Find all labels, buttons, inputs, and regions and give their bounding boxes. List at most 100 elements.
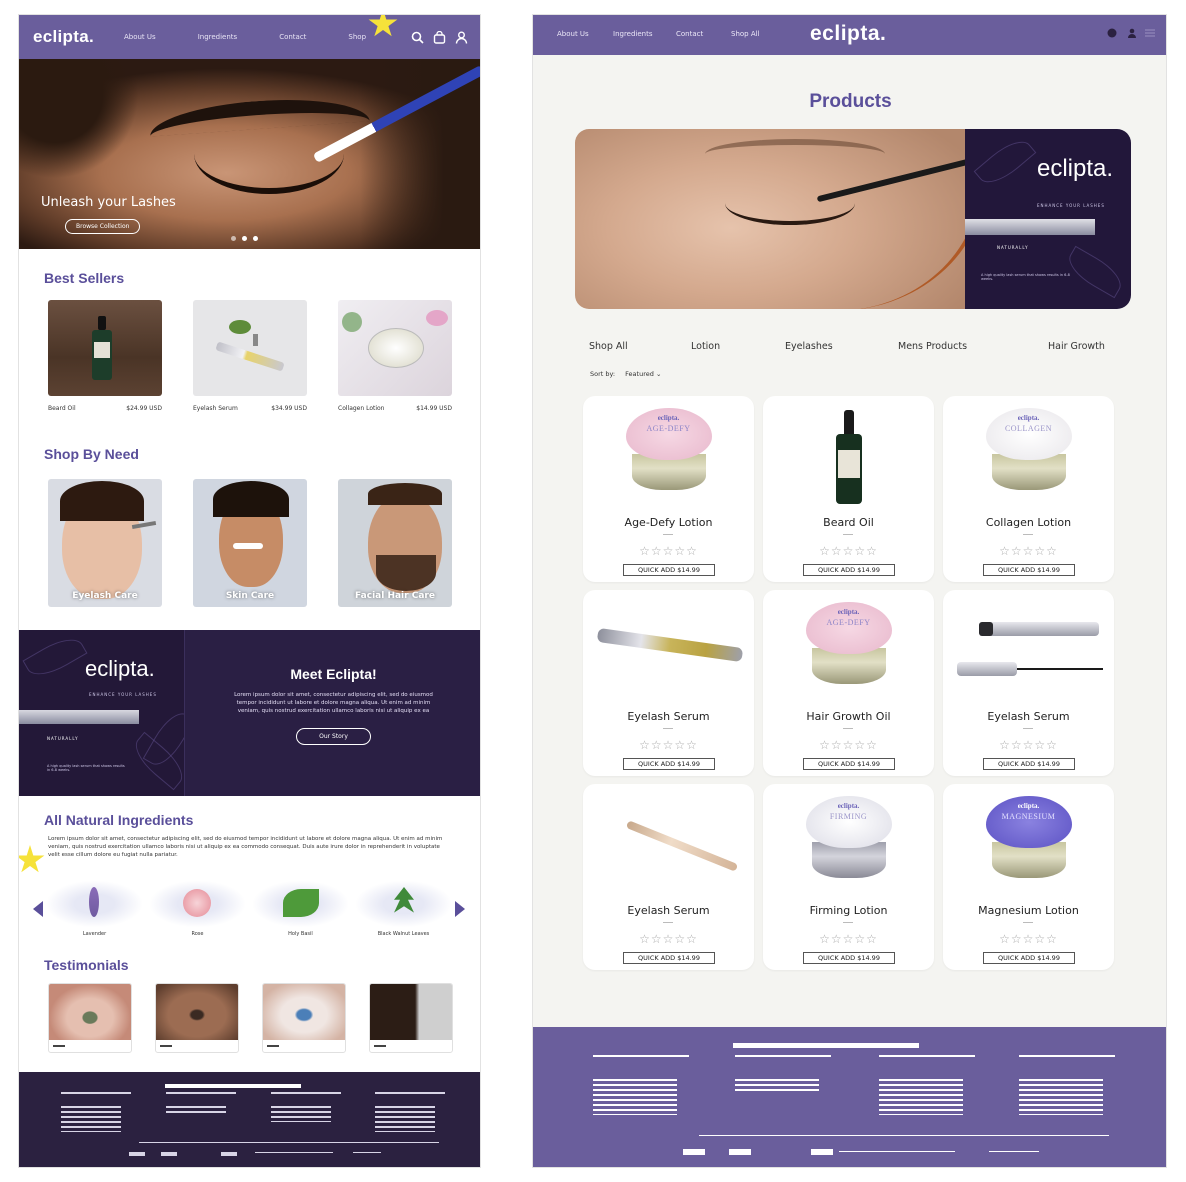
category-hair-growth[interactable]: Hair Growth <box>1048 341 1105 352</box>
menu-icon[interactable] <box>1145 23 1155 37</box>
product-card[interactable]: eclipta. COLLAGEN Collagen Lotion ☆☆☆☆☆ … <box>943 396 1114 582</box>
need-caption: Facial Hair Care <box>355 591 435 601</box>
quick-add-button[interactable]: QUICK ADD $14.99 <box>623 758 715 770</box>
nav-link-shop-all[interactable]: Shop All <box>731 30 760 38</box>
need-card-skin-care[interactable]: Skin Care <box>193 479 307 607</box>
product-name: Collagen Lotion <box>338 405 385 412</box>
star-rating-icon[interactable]: ☆☆☆☆☆ <box>943 544 1114 558</box>
product-card-collagen-lotion[interactable]: Collagen Lotion $14.99 USD <box>338 300 452 412</box>
quick-add-button[interactable]: QUICK ADD $14.99 <box>803 952 895 964</box>
products-navbar: About Us Ingredients Contact Shop All ec… <box>533 15 1166 55</box>
magnesium-jar-image: eclipta. MAGNESIUM <box>985 796 1072 878</box>
testimonials-row <box>48 983 453 1053</box>
best-sellers-title: Best Sellers <box>44 270 125 286</box>
product-name: Age-Defy Lotion <box>624 516 713 529</box>
our-story-button[interactable]: Our Story <box>296 727 371 745</box>
need-card-eyelash-care[interactable]: Eyelash Care <box>48 479 162 607</box>
best-sellers-row: Beard Oil $24.99 USD Eyelash Serum $34.9… <box>48 300 452 412</box>
hair-growth-jar-image: eclipta. AGE-DEFY <box>805 602 892 684</box>
meet-brand-logo: eclipta. <box>85 656 155 681</box>
product-card[interactable]: Eyelash Serum ☆☆☆☆☆ QUICK ADD $14.99 <box>583 590 754 776</box>
category-shop-all[interactable]: Shop All <box>589 341 628 352</box>
products-banner: eclipta. ENHANCE YOUR LASHES NATURALLY A… <box>575 129 1131 309</box>
sort-label: Sort by: <box>590 370 616 378</box>
carousel-dot[interactable] <box>231 236 236 241</box>
product-card[interactable]: Beard Oil ☆☆☆☆☆ QUICK ADD $14.99 <box>763 396 934 582</box>
product-card[interactable]: eclipta. MAGNESIUM Magnesium Lotion ☆☆☆☆… <box>943 784 1114 970</box>
logo[interactable]: eclipta. <box>810 22 886 46</box>
products-page-mockup: About Us Ingredients Contact Shop All ec… <box>532 14 1167 1168</box>
star-rating-icon[interactable]: ☆☆☆☆☆ <box>763 738 934 752</box>
product-name: Eyelash Serum <box>987 710 1070 723</box>
star-rating-icon[interactable]: ☆☆☆☆☆ <box>583 544 754 558</box>
ingredient-black-walnut-leaves: Black Walnut Leaves <box>356 881 451 937</box>
browse-collection-button[interactable]: Browse Collection <box>65 219 141 234</box>
star-rating-icon[interactable]: ☆☆☆☆☆ <box>943 738 1114 752</box>
hero-banner: Unleash your Lashes Browse Collection <box>19 59 480 249</box>
quick-add-button[interactable]: QUICK ADD $14.99 <box>803 758 895 770</box>
banner-brand-panel: eclipta. ENHANCE YOUR LASHES NATURALLY A… <box>965 129 1131 309</box>
chevron-left-icon[interactable] <box>33 901 43 917</box>
product-card[interactable]: Eyelash Serum ☆☆☆☆☆ QUICK ADD $14.99 <box>943 590 1114 776</box>
banner-brand-tagline: A high quality lash serum that shows res… <box>981 273 1070 281</box>
page-title: Products <box>809 91 892 112</box>
meet-text-panel: Meet Eclipta! Lorem ipsum dolor sit amet… <box>185 630 480 796</box>
need-caption: Eyelash Care <box>72 591 138 601</box>
need-card-facial-hair-care[interactable]: Facial Hair Care <box>338 479 452 607</box>
nav-link-ingredients[interactable]: Ingredients <box>613 30 653 38</box>
shop-by-need-row: Eyelash Care Skin Care Facial Hair Care <box>48 479 452 607</box>
nav-link-about[interactable]: About Us <box>124 33 156 41</box>
sort-select[interactable]: Featured <box>625 370 654 378</box>
banner-brand-logo: eclipta. <box>1037 155 1114 182</box>
eyelash-serum-tube-image <box>596 627 744 663</box>
bag-icon[interactable] <box>433 29 446 44</box>
quick-add-button[interactable]: QUICK ADD $14.99 <box>983 952 1075 964</box>
nav-link-ingredients[interactable]: Ingredients <box>198 33 238 41</box>
nav-link-about[interactable]: About Us <box>557 30 589 38</box>
quick-add-button[interactable]: QUICK ADD $14.99 <box>623 952 715 964</box>
star-rating-icon[interactable]: ☆☆☆☆☆ <box>763 544 934 558</box>
nav-link-shop[interactable]: Shop <box>348 33 366 41</box>
serum-tube-graphic <box>19 710 139 724</box>
nav-link-contact[interactable]: Contact <box>279 33 306 41</box>
highlight-star-icon <box>19 845 45 873</box>
nav-icons <box>411 29 468 44</box>
user-icon[interactable] <box>455 29 468 44</box>
quick-add-button[interactable]: QUICK ADD $14.99 <box>983 758 1075 770</box>
product-card[interactable]: eclipta. FIRMING Firming Lotion ☆☆☆☆☆ QU… <box>763 784 934 970</box>
carousel-dot[interactable] <box>253 236 258 241</box>
ingredient-rose: Rose <box>150 881 245 937</box>
quick-add-button[interactable]: QUICK ADD $14.99 <box>983 564 1075 576</box>
star-rating-icon[interactable]: ☆☆☆☆☆ <box>583 738 754 752</box>
hero-hair <box>19 59 139 179</box>
product-card-eyelash-serum[interactable]: Eyelash Serum $34.99 USD <box>193 300 307 412</box>
search-icon[interactable] <box>411 29 424 44</box>
ingredient-lavender: Lavender <box>47 881 142 937</box>
chevron-down-icon[interactable]: ⌄ <box>656 370 661 378</box>
testimonial-card[interactable] <box>48 983 132 1053</box>
bag-icon[interactable] <box>1107 23 1117 38</box>
testimonial-card[interactable] <box>262 983 346 1053</box>
product-card[interactable]: eclipta. AGE-DEFY Age-Defy Lotion ☆☆☆☆☆ … <box>583 396 754 582</box>
logo[interactable]: eclipta. <box>33 27 94 47</box>
quick-add-button[interactable]: QUICK ADD $14.99 <box>803 564 895 576</box>
star-rating-icon[interactable]: ☆☆☆☆☆ <box>763 932 934 946</box>
star-rating-icon[interactable]: ☆☆☆☆☆ <box>943 932 1114 946</box>
nav-link-contact[interactable]: Contact <box>676 30 703 38</box>
product-name: Magnesium Lotion <box>978 904 1079 917</box>
testimonial-card[interactable] <box>155 983 239 1053</box>
star-rating-icon[interactable]: ☆☆☆☆☆ <box>583 932 754 946</box>
product-card-beard-oil[interactable]: Beard Oil $24.99 USD <box>48 300 162 412</box>
carousel-dot-active[interactable] <box>242 236 247 241</box>
chevron-right-icon[interactable] <box>455 901 465 917</box>
category-lotion[interactable]: Lotion <box>691 341 720 352</box>
quick-add-button[interactable]: QUICK ADD $14.99 <box>623 564 715 576</box>
testimonial-card[interactable] <box>369 983 453 1053</box>
product-card[interactable]: eclipta. AGE-DEFY Hair Growth Oil ☆☆☆☆☆ … <box>763 590 934 776</box>
product-card[interactable]: Eyelash Serum ☆☆☆☆☆ QUICK ADD $14.99 <box>583 784 754 970</box>
eyelash-serum-image <box>193 300 307 396</box>
user-icon[interactable] <box>1127 23 1137 38</box>
category-mens-products[interactable]: Mens Products <box>898 341 967 352</box>
category-eyelashes[interactable]: Eyelashes <box>785 341 833 352</box>
eyelash-serum-silver-image <box>979 622 1099 636</box>
